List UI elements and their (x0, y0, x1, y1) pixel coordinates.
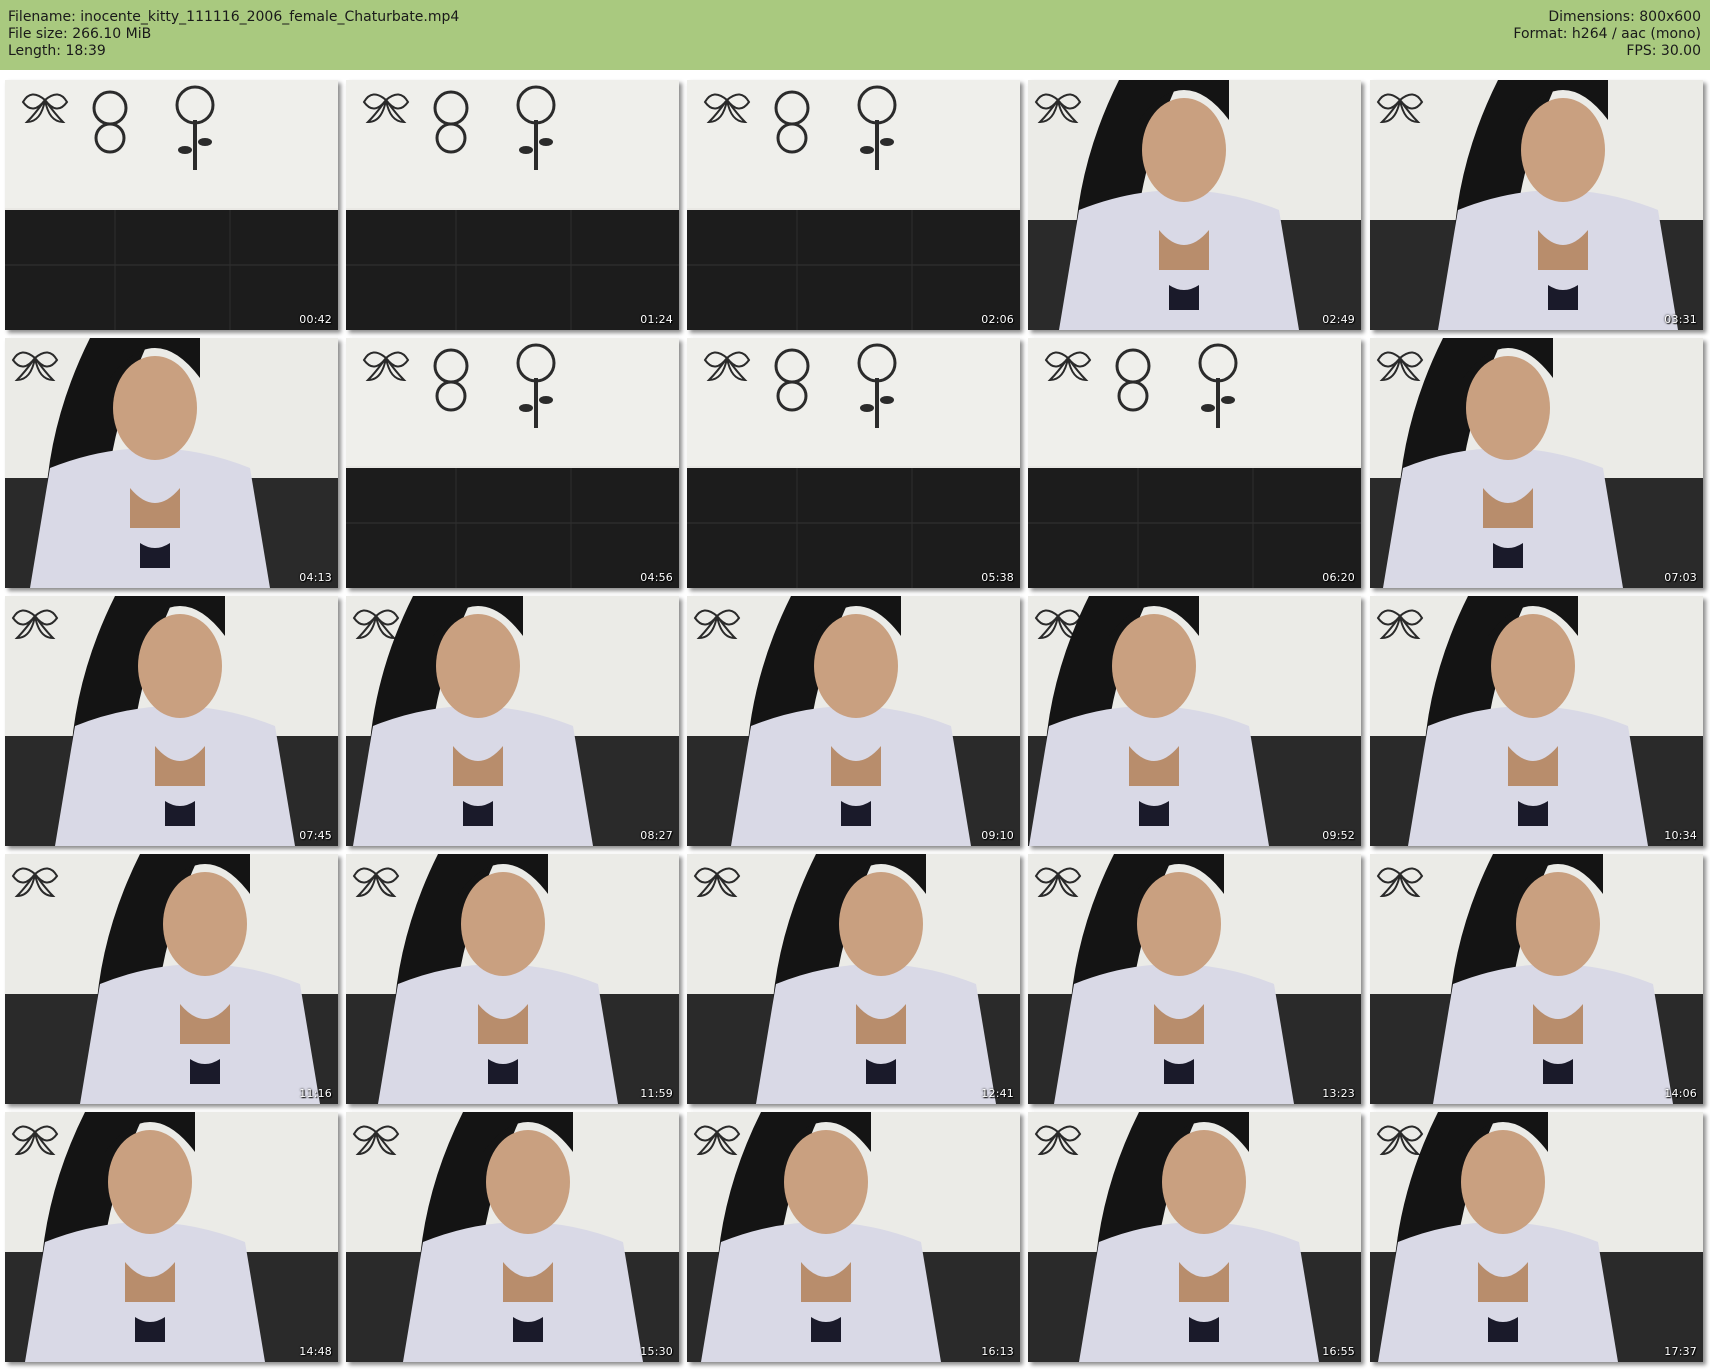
video-frame-thumbnail: 11:16 (5, 854, 338, 1104)
video-frame-thumbnail: 14:48 (5, 1112, 338, 1362)
frame-image (687, 338, 1020, 588)
frame-timestamp: 11:16 (299, 1087, 332, 1100)
video-frame-thumbnail: 07:45 (5, 596, 338, 846)
frame-image (1370, 854, 1703, 1104)
video-frame-thumbnail: 02:49 (1028, 80, 1361, 330)
video-frame-thumbnail: 13:23 (1028, 854, 1361, 1104)
frame-timestamp: 11:59 (640, 1087, 673, 1100)
frame-timestamp: 13:23 (1322, 1087, 1355, 1100)
frame-timestamp: 04:13 (299, 571, 332, 584)
video-frame-thumbnail: 17:37 (1370, 1112, 1703, 1362)
frame-timestamp: 04:56 (640, 571, 673, 584)
video-frame-thumbnail: 05:38 (687, 338, 1020, 588)
fps-line: FPS: 30.00 (1626, 43, 1701, 59)
frame-timestamp: 16:13 (981, 1345, 1014, 1358)
frame-image (1028, 596, 1361, 846)
frame-timestamp: 12:41 (981, 1087, 1014, 1100)
frame-image (687, 80, 1020, 330)
frame-image (346, 596, 679, 846)
frame-timestamp: 09:52 (1322, 829, 1355, 842)
frame-image (5, 338, 338, 588)
frame-timestamp: 14:48 (299, 1345, 332, 1358)
frame-image (1028, 1112, 1361, 1362)
video-frame-thumbnail: 16:13 (687, 1112, 1020, 1362)
video-frame-thumbnail: 04:56 (346, 338, 679, 588)
frame-image (5, 596, 338, 846)
frame-image (346, 1112, 679, 1362)
frame-image (346, 854, 679, 1104)
file-info: Filename: inocente_kitty_111116_2006_fem… (8, 9, 459, 60)
frame-timestamp: 02:49 (1322, 313, 1355, 326)
frame-timestamp: 08:27 (640, 829, 673, 842)
filename-line: Filename: inocente_kitty_111116_2006_fem… (8, 9, 460, 25)
frame-image (687, 854, 1020, 1104)
video-frame-thumbnail: 09:10 (687, 596, 1020, 846)
thumbnail-grid: 00:42 01:24 02:06 02:49 03:31 04:13 04:5… (0, 70, 1710, 1370)
video-frame-thumbnail: 10:34 (1370, 596, 1703, 846)
frame-image (5, 80, 338, 330)
video-info-header: Filename: inocente_kitty_111116_2006_fem… (0, 0, 1710, 70)
frame-image (1028, 80, 1361, 330)
video-frame-thumbnail: 11:59 (346, 854, 679, 1104)
video-frame-thumbnail: 04:13 (5, 338, 338, 588)
frame-timestamp: 14:06 (1664, 1087, 1697, 1100)
frame-image (346, 80, 679, 330)
video-frame-thumbnail: 09:52 (1028, 596, 1361, 846)
video-frame-thumbnail: 01:24 (346, 80, 679, 330)
stream-info: Dimensions: 800x600 Format: h264 / aac (… (1513, 9, 1701, 60)
frame-image (1370, 596, 1703, 846)
frame-image (687, 1112, 1020, 1362)
frame-timestamp: 03:31 (1664, 313, 1697, 326)
frame-image (5, 854, 338, 1104)
frame-timestamp: 05:38 (981, 571, 1014, 584)
video-frame-thumbnail: 14:06 (1370, 854, 1703, 1104)
video-frame-thumbnail: 07:03 (1370, 338, 1703, 588)
frame-image (687, 596, 1020, 846)
frame-timestamp: 09:10 (981, 829, 1014, 842)
frame-timestamp: 17:37 (1664, 1345, 1697, 1358)
frame-timestamp: 10:34 (1664, 829, 1697, 842)
frame-timestamp: 01:24 (640, 313, 673, 326)
frame-image (1370, 80, 1703, 330)
frame-timestamp: 02:06 (981, 313, 1014, 326)
frame-timestamp: 16:55 (1322, 1345, 1355, 1358)
format-line: Format: h264 / aac (mono) (1513, 26, 1701, 42)
frame-image (1028, 338, 1361, 588)
video-frame-thumbnail: 00:42 (5, 80, 338, 330)
video-frame-thumbnail: 15:30 (346, 1112, 679, 1362)
frame-timestamp: 00:42 (299, 313, 332, 326)
filesize-line: File size: 266.10 MiB (8, 26, 152, 42)
frame-image (1370, 1112, 1703, 1362)
video-frame-thumbnail: 06:20 (1028, 338, 1361, 588)
length-line: Length: 18:39 (8, 43, 106, 59)
video-frame-thumbnail: 08:27 (346, 596, 679, 846)
dimensions-line: Dimensions: 800x600 (1548, 9, 1701, 25)
video-frame-thumbnail: 02:06 (687, 80, 1020, 330)
frame-timestamp: 15:30 (640, 1345, 673, 1358)
frame-timestamp: 07:45 (299, 829, 332, 842)
frame-image (346, 338, 679, 588)
video-frame-thumbnail: 16:55 (1028, 1112, 1361, 1362)
frame-timestamp: 06:20 (1322, 571, 1355, 584)
frame-timestamp: 07:03 (1664, 571, 1697, 584)
video-frame-thumbnail: 03:31 (1370, 80, 1703, 330)
frame-image (1028, 854, 1361, 1104)
frame-image (5, 1112, 338, 1362)
frame-image (1370, 338, 1703, 588)
video-frame-thumbnail: 12:41 (687, 854, 1020, 1104)
